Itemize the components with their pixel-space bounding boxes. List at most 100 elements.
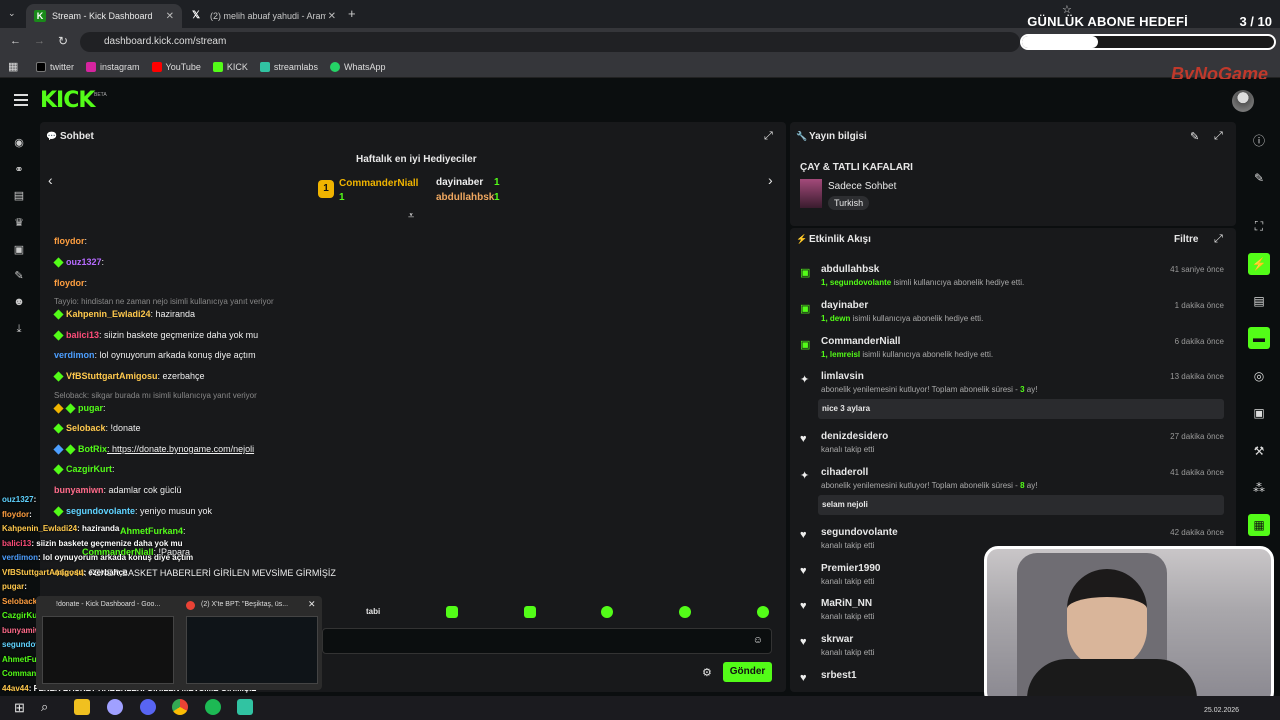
address-bar[interactable]: dashboard.kick.com/stream ☆ [80, 4, 1072, 52]
kick-logo[interactable]: KICK [40, 88, 95, 113]
emote-icon[interactable] [601, 606, 613, 618]
emote-icon[interactable] [679, 606, 691, 618]
chat-username[interactable]: floydor [54, 236, 85, 246]
document-icon[interactable]: ▤ [1248, 290, 1270, 312]
file-explorer-icon[interactable] [74, 699, 90, 715]
close-tab-icon[interactable]: ✕ [166, 11, 174, 22]
activity-username[interactable]: CommanderNiall [821, 336, 900, 347]
share-icon[interactable]: ⁂ [1248, 477, 1270, 499]
chrome-icon[interactable] [172, 699, 188, 715]
chat-username[interactable]: AhmetFurkan4 [120, 526, 183, 536]
overlay-chat-message: pugar: [2, 582, 27, 591]
windows-start-icon[interactable]: ⊞ [14, 700, 25, 716]
chat-username[interactable]: verdimon [54, 350, 95, 360]
chat-username[interactable]: BotRix [78, 444, 107, 454]
chat-username[interactable]: Seloback [66, 423, 106, 433]
thumb-image[interactable] [42, 616, 174, 684]
popout-icon[interactable]: ⤢ [1214, 130, 1223, 143]
thumb-title[interactable]: !donate - Kick Dashboard - Goo... [56, 601, 160, 608]
link-icon[interactable]: ⚭ [12, 163, 26, 177]
mod-icon[interactable]: ▦ [1248, 514, 1270, 536]
activity-username[interactable]: limlavsin [821, 371, 864, 382]
chat-username[interactable]: segundovolante [66, 506, 135, 516]
bookmark-youtube[interactable]: YouTube [151, 61, 201, 72]
collapse-icon[interactable]: ⩡ [408, 210, 414, 223]
thumb-title[interactable]: (2) X'te BPT: "Beşiktaş, üs... [201, 601, 288, 608]
bookmark-kick[interactable]: KICK [212, 61, 248, 72]
bookmark-twitter[interactable]: twitter [36, 61, 74, 72]
activity-username[interactable]: dayinaber [821, 300, 868, 311]
chat-username[interactable]: bunyamiwn [54, 485, 104, 495]
app-icon[interactable] [107, 699, 123, 715]
chat-icon[interactable]: ▬ [1248, 327, 1270, 349]
trophy-icon[interactable]: ♛ [12, 216, 26, 230]
forward-icon[interactable]: → [34, 35, 45, 47]
search-icon[interactable]: ⌕ [41, 699, 48, 715]
bookmark-whatsapp[interactable]: WhatsApp [329, 61, 385, 72]
analytics-icon[interactable]: ▤ [12, 189, 26, 203]
info-icon[interactable]: ⓘ [1248, 130, 1270, 152]
activity-username[interactable]: cihaderoll [821, 467, 868, 478]
live-icon[interactable]: ◉ [12, 136, 26, 150]
bookmark-instagram[interactable]: instagram [86, 61, 140, 72]
media-icon[interactable]: ▣ [12, 243, 26, 257]
spotify-icon[interactable] [205, 699, 221, 715]
activity-username[interactable]: MaRiN_NN [821, 598, 872, 609]
tab-x-search[interactable]: 𝕏 (2) melih abuaf yahudi - Arama ✕ [184, 4, 344, 28]
chat-username[interactable]: Kahpenin_Ewladi24 [66, 309, 151, 319]
emote-icon[interactable] [446, 606, 458, 618]
edit-icon[interactable]: ✎ [1248, 167, 1270, 189]
users-icon[interactable]: ☻ [12, 296, 26, 310]
activity-username[interactable]: abdullahbsk [821, 264, 879, 275]
filter-button[interactable]: Filtre [1174, 234, 1198, 245]
activity-username[interactable]: srbest1 [821, 670, 857, 681]
chat-input[interactable]: ☺ [322, 628, 772, 654]
reload-icon[interactable]: ↻ [58, 34, 68, 48]
download-icon[interactable]: ⤓ [12, 323, 26, 337]
activity-username[interactable]: segundovolante [821, 527, 898, 538]
popout-chat-icon[interactable]: ⤢ [764, 130, 773, 143]
gear-icon[interactable]: ⚙ [702, 666, 712, 679]
close-tab-icon[interactable]: ✕ [328, 11, 336, 22]
chat-username[interactable]: floydor [54, 278, 85, 288]
back-icon[interactable]: ← [10, 35, 21, 47]
menu-icon[interactable] [14, 94, 28, 106]
new-tab-icon[interactable]: + [348, 6, 356, 21]
streamlabs-icon[interactable] [237, 699, 253, 715]
wrench-icon[interactable]: ✎ [12, 269, 26, 283]
category-name[interactable]: Sadece Sohbet [828, 181, 896, 192]
emoji-icon[interactable]: ☺ [753, 635, 763, 646]
bookmark-streamlabs[interactable]: streamlabs [259, 61, 318, 72]
broadcast-icon[interactable]: ◎ [1248, 365, 1270, 387]
thumb-image[interactable] [186, 616, 318, 684]
chat-username[interactable]: ouz1327 [66, 257, 102, 267]
chat-username[interactable]: pugar [78, 403, 103, 413]
send-button[interactable]: Gönder [723, 662, 772, 682]
activity-username[interactable]: skrwar [821, 634, 853, 645]
activity-username[interactable]: Premier1990 [821, 563, 881, 574]
avatar[interactable] [1232, 90, 1254, 112]
edit-icon[interactable]: ✎ [1190, 130, 1199, 143]
tab-list-chevron-icon[interactable]: ⌄ [8, 8, 16, 19]
activity-username[interactable]: denizdesidero [821, 431, 888, 442]
gifter-name[interactable]: dayinaber [436, 177, 483, 188]
chevron-right-icon[interactable]: › [768, 172, 773, 188]
emote-icon[interactable] [524, 606, 536, 618]
gifter-name[interactable]: abdullahbsk [436, 192, 494, 203]
storage-icon[interactable]: ▣ [1248, 402, 1270, 424]
close-icon[interactable]: ✕ [308, 599, 316, 610]
tab-kick-dashboard[interactable]: K Stream - Kick Dashboard ✕ [26, 4, 182, 28]
chat-username[interactable]: CazgirKurt [66, 464, 112, 474]
screen-icon[interactable]: ⛶ [1248, 215, 1270, 237]
chat-username[interactable]: VfBStuttgartAmigosu [66, 371, 158, 381]
gifter-name[interactable]: CommanderNiall [339, 178, 418, 189]
discord-icon[interactable] [140, 699, 156, 715]
chevron-left-icon[interactable]: ‹ [48, 172, 53, 188]
tabi-emote-icon[interactable]: tabi [366, 607, 380, 616]
apps-grid-icon[interactable]: ▦ [8, 60, 18, 73]
wrench-icon[interactable]: ⚒ [1248, 440, 1270, 462]
emote-icon[interactable] [757, 606, 769, 618]
chat-username[interactable]: balici13 [66, 330, 99, 340]
popout-icon[interactable]: ⤢ [1214, 233, 1223, 246]
bolt-icon[interactable]: ⚡ [1248, 253, 1270, 275]
